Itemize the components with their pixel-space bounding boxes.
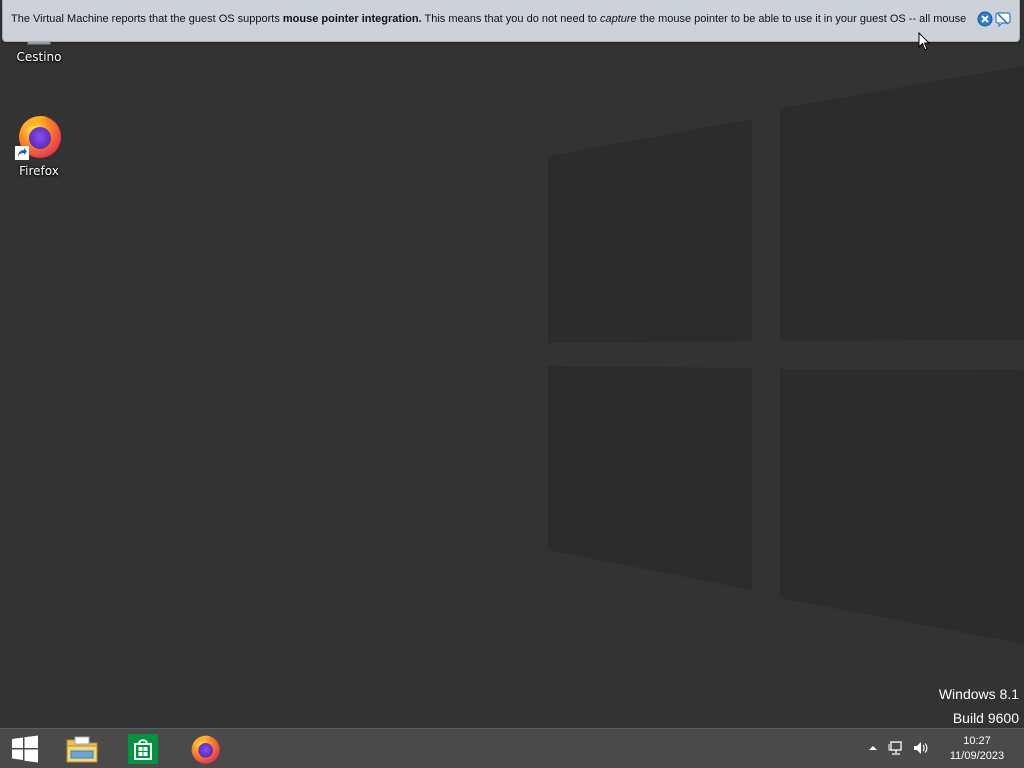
desktop-icon-firefox[interactable]: Firefox	[4, 112, 74, 178]
store-icon	[128, 733, 158, 764]
volume-icon[interactable]	[912, 740, 928, 756]
file-explorer-icon	[66, 736, 98, 762]
taskbar-store[interactable]	[117, 729, 169, 768]
show-hidden-icons-chevron-icon[interactable]	[865, 740, 881, 756]
taskbar-clock[interactable]: 10:27 11/09/2023	[938, 734, 1016, 764]
windows-version-watermark: Windows 8.1 Build 9600	[939, 682, 1019, 728]
watermark-os-name: Windows 8.1	[938, 686, 1019, 702]
dont-show-again-icon[interactable]	[995, 11, 1011, 28]
mouse-integration-notification: The Virtual Machine reports that the gue…	[2, 0, 1020, 42]
taskbar: 10:27 11/09/2023	[0, 728, 1024, 768]
mouse-pointer-icon	[918, 31, 932, 56]
taskbar-firefox[interactable]	[179, 729, 231, 768]
recycle-bin-label: Cestino	[16, 50, 62, 64]
notification-text: The Virtual Machine reports that the gue…	[11, 13, 967, 25]
firefox-icon	[15, 112, 63, 160]
start-button[interactable]	[0, 729, 50, 768]
clock-date: 11/09/2023	[949, 750, 1005, 762]
firefox-label: Firefox	[19, 164, 59, 178]
firefox-icon	[191, 735, 220, 764]
network-icon[interactable]	[888, 740, 904, 756]
wallpaper	[548, 66, 1024, 644]
desktop[interactable]: Cestino Firefox The Virtual Machine repo…	[0, 0, 1024, 728]
close-icon[interactable]	[977, 11, 993, 27]
shortcut-arrow-icon	[15, 146, 29, 160]
taskbar-file-explorer[interactable]	[56, 729, 108, 768]
clock-time: 10:27	[963, 735, 991, 747]
watermark-build: Build 9600	[952, 710, 1019, 726]
windows-logo-icon	[12, 735, 38, 762]
